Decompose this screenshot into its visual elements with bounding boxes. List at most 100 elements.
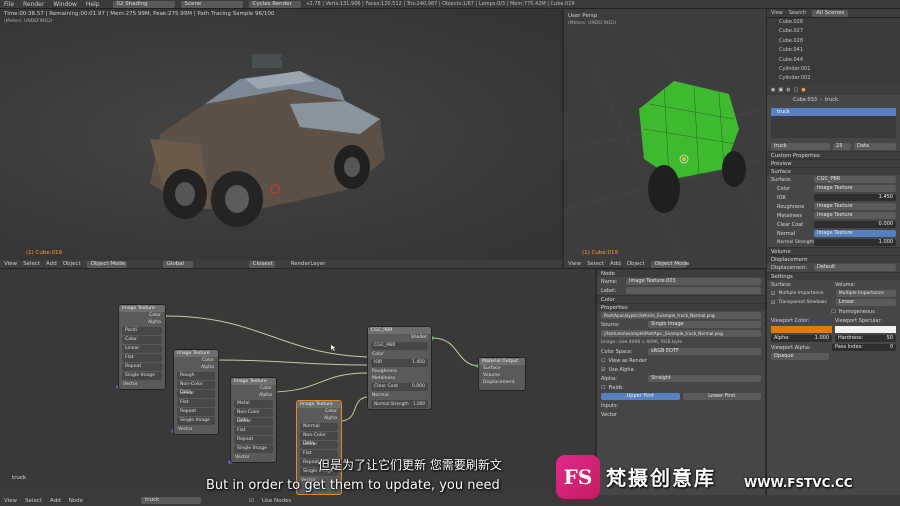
wireframe-viewport[interactable]: User Persp (Meters: UNDEFINED) (1) Cube.… (564, 9, 766, 260)
multiple-importance-checkbox[interactable]: ☑ (771, 291, 775, 297)
node-menu-node[interactable]: Node (69, 498, 83, 504)
viewport-specular-swatch[interactable] (835, 326, 896, 333)
use-alpha-checkbox[interactable]: ☑ (601, 367, 605, 373)
mode-selector[interactable]: Object Mode (86, 260, 127, 268)
normal-input-field[interactable]: Image Texture (814, 230, 896, 237)
projection-select[interactable]: Flat (177, 399, 215, 407)
scene-tab-icon[interactable]: ▣ (778, 87, 783, 93)
section-properties[interactable]: Properties (597, 303, 765, 311)
section-volume[interactable]: Volume (767, 247, 900, 255)
node-label-field[interactable] (626, 287, 761, 294)
clearcoat-field[interactable]: 0.000 (814, 221, 896, 228)
scene-selector[interactable]: Scene (180, 0, 243, 8)
transparent-shadows-checkbox[interactable]: ☑ (771, 300, 775, 306)
header-right-view[interactable]: View (568, 261, 581, 267)
projection-select[interactable]: Flat (234, 427, 273, 435)
color-space-select[interactable]: Non-Color Data (300, 432, 338, 446)
filepath-field[interactable]: //textures\example\PostApo._Example_truc… (601, 330, 761, 337)
header-menu-view[interactable]: View (4, 261, 17, 267)
displacement-method[interactable]: Default (814, 264, 896, 271)
interpolation-select[interactable]: Linear (234, 418, 273, 426)
viewport-alpha-select[interactable]: Opaque (771, 353, 829, 360)
material-output-node[interactable]: Material Output Surface Volume Displacem… (478, 357, 526, 391)
node-editor[interactable]: Image Texture Color Alpha Positi Color L… (0, 269, 595, 495)
extension-select[interactable]: Repeat (234, 436, 273, 444)
source-select[interactable]: Single Image (648, 321, 761, 328)
node-menu-add[interactable]: Add (50, 498, 61, 504)
node-name-field[interactable]: Image Texture.003 (626, 278, 761, 285)
material-link-data[interactable]: Data (854, 143, 896, 150)
material-slot-list[interactable]: truck (771, 108, 896, 138)
render-layer[interactable]: RenderLayer (291, 261, 326, 267)
color-space-select[interactable]: Non-Color Data (177, 381, 215, 395)
volume-interp-select[interactable]: Linear (835, 299, 897, 306)
outliner-view[interactable]: View (771, 10, 783, 16)
lower-first-toggle[interactable]: Lower First (682, 393, 761, 400)
outliner-item[interactable]: Cube.044 (779, 56, 900, 65)
outliner-search[interactable]: Search (789, 10, 806, 16)
outliner-item[interactable]: Cylinder.002 (779, 74, 900, 83)
outliner-item[interactable]: Cube.027 (779, 27, 900, 36)
extension-select[interactable]: Repeat (177, 408, 215, 416)
image-datablock-field[interactable]: Post\Apocalyptic\Vehicle_Example_truck_N… (601, 312, 761, 319)
color-space-select[interactable]: Non-Color Data (234, 409, 273, 423)
section-displacement[interactable]: Displacement (767, 255, 900, 263)
image-datablock[interactable]: Normal (300, 423, 338, 431)
orientation-selector[interactable]: Global (162, 260, 193, 268)
hardness-field[interactable]: Hardness: 50 (835, 335, 896, 342)
image-texture-node-1[interactable]: Image Texture Color Alpha Positi Color L… (118, 304, 166, 390)
image-texture-node-2[interactable]: Image Texture Color Alpha Rough Non-Colo… (173, 349, 219, 435)
node-menu-select[interactable]: Select (25, 498, 42, 504)
material-selector[interactable]: truck (141, 497, 202, 504)
menu-file[interactable]: File (4, 1, 14, 8)
interpolation-select[interactable]: Linear (177, 390, 215, 398)
header-right-select[interactable]: Select (587, 261, 604, 267)
header-right-object[interactable]: Object (627, 261, 645, 267)
ior-field[interactable]: IOR 1.450 (371, 359, 428, 367)
fields-checkbox[interactable]: ☐ (601, 385, 605, 391)
section-preview[interactable]: Preview (767, 159, 900, 167)
roughness-input-field[interactable]: Image Texture (814, 203, 896, 210)
image-datablock[interactable]: Positi (122, 327, 162, 335)
section-settings[interactable]: Settings (767, 272, 900, 280)
source-select[interactable]: Single Image (177, 417, 215, 425)
homogeneous-checkbox[interactable]: ☐ (831, 309, 835, 315)
normal-strength-field[interactable]: Normal Strength 1.000 (371, 400, 428, 408)
projection-select[interactable]: Flat (122, 354, 162, 362)
outliner-display-mode[interactable]: All Scenes (812, 9, 849, 17)
header-menu-object[interactable]: Object (63, 261, 81, 267)
menu-window[interactable]: Window (53, 1, 77, 8)
alpha-field[interactable]: Alpha: 1.000 (771, 335, 832, 342)
material-name-field[interactable]: truck (771, 143, 830, 150)
surface-shader-field[interactable]: CGC_PBR (814, 176, 896, 183)
rendered-viewport[interactable]: Time:00:38.57 | Remaining:00:01.97 | Mem… (0, 9, 562, 260)
outliner-item[interactable]: Cube.028 (779, 37, 900, 46)
metalness-input-field[interactable]: Image Texture (814, 212, 896, 219)
snap-selector[interactable]: Closest (248, 260, 275, 268)
material-users[interactable]: 23 (833, 143, 851, 150)
upper-first-toggle[interactable]: Upper First (601, 393, 680, 400)
source-select[interactable]: Single Image (122, 372, 162, 380)
image-datablock[interactable]: Metal (234, 400, 273, 408)
interpolation-select[interactable]: Linear (300, 441, 338, 449)
material-tab-icon[interactable]: ● (801, 87, 805, 93)
world-tab-icon[interactable]: ◍ (786, 87, 790, 93)
section-node[interactable]: Node (597, 269, 765, 277)
clearcoat-field[interactable]: Clear Coat 0.000 (371, 383, 428, 391)
extension-select[interactable]: Repeat (122, 363, 162, 371)
volume-sampling-select[interactable]: Multiple Importance (835, 290, 897, 297)
outliner-item[interactable]: Cylinder.001 (779, 65, 900, 74)
view-as-render-checkbox[interactable]: ☐ (601, 358, 605, 364)
use-nodes-checkbox[interactable]: ☑ (249, 498, 254, 504)
interpolation-select[interactable]: Linear (122, 345, 162, 353)
menu-help[interactable]: Help (86, 1, 100, 8)
section-surface[interactable]: Surface (767, 167, 900, 175)
color-space-select[interactable]: sRGB EOTF (648, 348, 761, 355)
normal-strength-field[interactable]: 1.000 (814, 239, 896, 246)
alpha-mode-select[interactable]: Straight (648, 375, 761, 382)
layout-selector[interactable]: 02 Shading (112, 0, 175, 8)
pass-index-field[interactable]: Pass Index: 0 (832, 344, 896, 351)
color-input-field[interactable]: Image Texture (814, 185, 896, 192)
header-right-add[interactable]: Add (610, 261, 621, 267)
color-space-select[interactable]: Color (122, 336, 162, 344)
